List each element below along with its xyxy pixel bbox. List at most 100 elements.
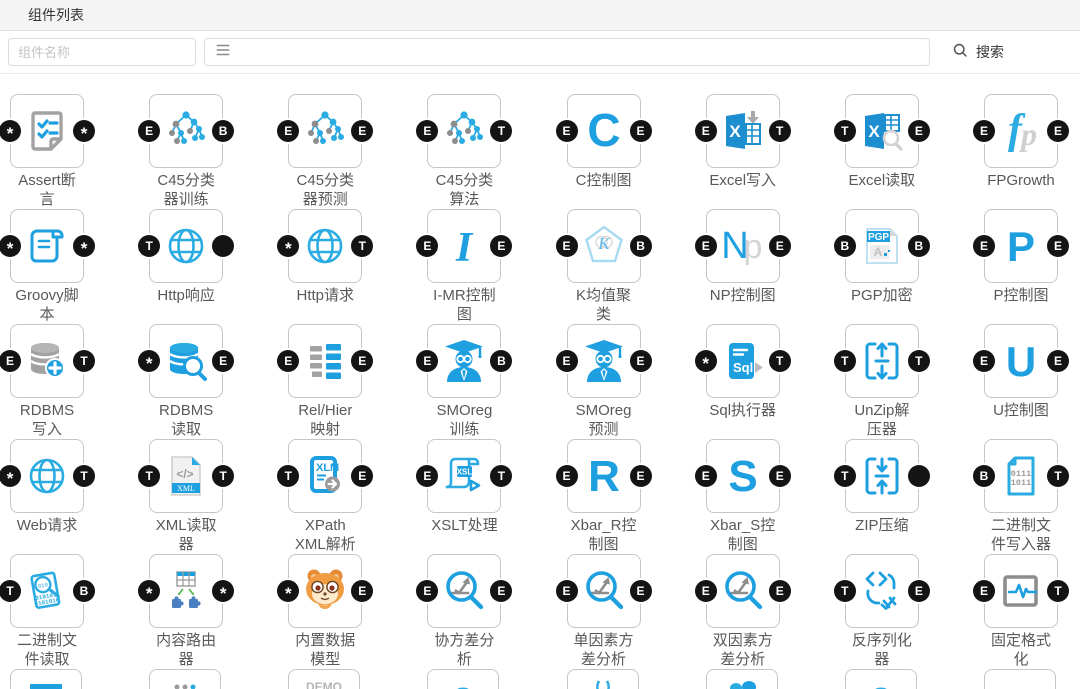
component-label: 固定格式化 — [987, 631, 1055, 669]
component-card[interactable]: E S E Xbar_S控制图 — [706, 439, 780, 554]
component-label: C45分类器训练 — [152, 171, 220, 209]
component-icon: S — [719, 452, 767, 500]
component-icon-box: * * — [149, 554, 223, 628]
input-port-badge: * — [0, 120, 21, 142]
component-card[interactable]: E E C45分类器预测 — [288, 94, 362, 209]
component-icon — [162, 107, 210, 155]
input-port-badge: E — [556, 350, 578, 372]
component-card[interactable]: E T C45分类算法 — [427, 94, 501, 209]
component-card[interactable]: E T RDBMS写入 — [10, 324, 84, 439]
output-port-badge: E — [769, 580, 791, 602]
filter-input[interactable] — [204, 38, 930, 66]
component-card[interactable]: * * 内容路由器 — [149, 554, 223, 669]
input-port-badge: * — [0, 465, 21, 487]
component-card-partial[interactable] — [149, 669, 221, 689]
component-icon-box: E T — [427, 94, 501, 168]
component-card[interactable]: T E 反序列化器 — [845, 554, 919, 669]
component-label: PGP加密 — [848, 286, 916, 305]
svg-text:p: p — [1018, 116, 1037, 152]
component-card[interactable]: E B C45分类器训练 — [149, 94, 223, 209]
input-port-badge: E — [556, 465, 578, 487]
component-card[interactable]: T X E Excel读取 — [845, 94, 919, 209]
component-card[interactable]: * * Assert断言 — [10, 94, 84, 209]
component-card[interactable]: B PGPA B PGP加密 — [845, 209, 919, 324]
component-card[interactable]: * E 内置数据模型 — [288, 554, 362, 669]
component-card[interactable]: E fp E FPGrowth — [984, 94, 1058, 209]
component-card[interactable]: E T 固定格式化 — [984, 554, 1058, 669]
input-port-badge: E — [973, 580, 995, 602]
component-card[interactable]: E E 单因素方差分析 — [567, 554, 641, 669]
component-card[interactable]: E U E U控制图 — [984, 324, 1058, 439]
svg-text:p: p — [743, 228, 762, 266]
component-card[interactable]: T ZIP压缩 — [845, 439, 919, 554]
component-icon: 01111011 — [997, 452, 1045, 500]
component-icon-box: * E — [149, 324, 223, 398]
component-icon-box: T E — [845, 554, 919, 628]
component-card[interactable]: * Sql T Sql执行器 — [706, 324, 780, 439]
component-card-partial[interactable] — [567, 669, 639, 689]
output-port-badge: T — [73, 350, 95, 372]
component-card-partial[interactable] — [845, 669, 917, 689]
component-card-partial[interactable] — [10, 669, 82, 689]
component-card[interactable]: E I E I-MR控制图 — [427, 209, 501, 324]
output-port-badge: E — [351, 465, 373, 487]
component-label: Sql执行器 — [709, 401, 777, 420]
component-label: RDBMS读取 — [152, 401, 220, 439]
component-card[interactable]: * T Web请求 — [10, 439, 84, 554]
component-card[interactable]: E B SMOreg训练 — [427, 324, 501, 439]
component-card[interactable]: * * Groovy脚本 — [10, 209, 84, 324]
component-card[interactable]: E E SMOreg预测 — [567, 324, 641, 439]
component-card-partial[interactable] — [706, 669, 778, 689]
component-icon-box: T XLM E — [288, 439, 362, 513]
output-port-badge: T — [73, 465, 95, 487]
component-card-partial[interactable] — [984, 669, 1056, 689]
hamburger-icon[interactable] — [214, 41, 232, 64]
component-card[interactable]: E E Rel/Hier映射 — [288, 324, 362, 439]
component-card-partial[interactable]: DEMO — [288, 669, 360, 689]
component-card[interactable]: * T Http请求 — [288, 209, 362, 324]
component-card[interactable]: T 0100101010101010 B 二进制文件读取 — [10, 554, 84, 669]
component-icon-box: * T — [10, 439, 84, 513]
component-card[interactable]: T Http响应 — [149, 209, 223, 324]
magnifier-icon — [952, 42, 969, 62]
component-icon-box: E B — [149, 94, 223, 168]
input-port-badge: E — [416, 580, 438, 602]
component-label: K均值聚类 — [570, 286, 638, 324]
svg-text:DEMO: DEMO — [306, 680, 342, 689]
component-card[interactable]: E X T Excel写入 — [706, 94, 780, 209]
component-card[interactable]: T </>XML T XML读取器 — [149, 439, 223, 554]
component-icon: Sql — [719, 337, 767, 385]
input-port-badge: * — [695, 350, 717, 372]
output-port-badge: B — [73, 580, 95, 602]
component-label: 二进制文件读取 — [13, 631, 81, 669]
component-icon — [440, 107, 488, 155]
component-icon — [858, 452, 906, 500]
component-card[interactable]: E R E Xbar_R控制图 — [567, 439, 641, 554]
component-icon-box: E E — [567, 554, 641, 628]
component-card[interactable]: E E 双因素方差分析 — [706, 554, 780, 669]
component-card[interactable]: E K B K均值聚类 — [567, 209, 641, 324]
component-card[interactable]: E C E C控制图 — [567, 94, 641, 209]
input-port-badge: E — [0, 350, 21, 372]
component-card[interactable]: E E 协方差分析 — [427, 554, 501, 669]
component-card[interactable]: T XLM E XPath XML解析 — [288, 439, 362, 554]
input-port-badge: E — [416, 235, 438, 257]
component-icon-box: E C E — [567, 94, 641, 168]
component-card[interactable]: B 01111011 T 二进制文件写入器 — [984, 439, 1058, 554]
component-label: Http请求 — [291, 286, 359, 305]
output-port-badge: B — [908, 235, 930, 257]
component-card[interactable]: E XSL T XSLT处理 — [427, 439, 501, 554]
component-card[interactable]: E P E P控制图 — [984, 209, 1058, 324]
svg-text:R: R — [588, 452, 620, 500]
component-card-partial[interactable] — [427, 669, 499, 689]
search-button[interactable]: 搜索 — [946, 41, 1010, 63]
component-name-input[interactable] — [8, 38, 196, 66]
component-label: 单因素方差分析 — [570, 631, 638, 669]
component-icon-box: T </>XML T — [149, 439, 223, 513]
svg-text:XML: XML — [177, 484, 195, 493]
component-card[interactable]: * E RDBMS读取 — [149, 324, 223, 439]
component-label: Http响应 — [152, 286, 220, 305]
input-port-badge: * — [138, 580, 160, 602]
component-card[interactable]: E Np E NP控制图 — [706, 209, 780, 324]
component-card[interactable]: T T UnZip解压器 — [845, 324, 919, 439]
